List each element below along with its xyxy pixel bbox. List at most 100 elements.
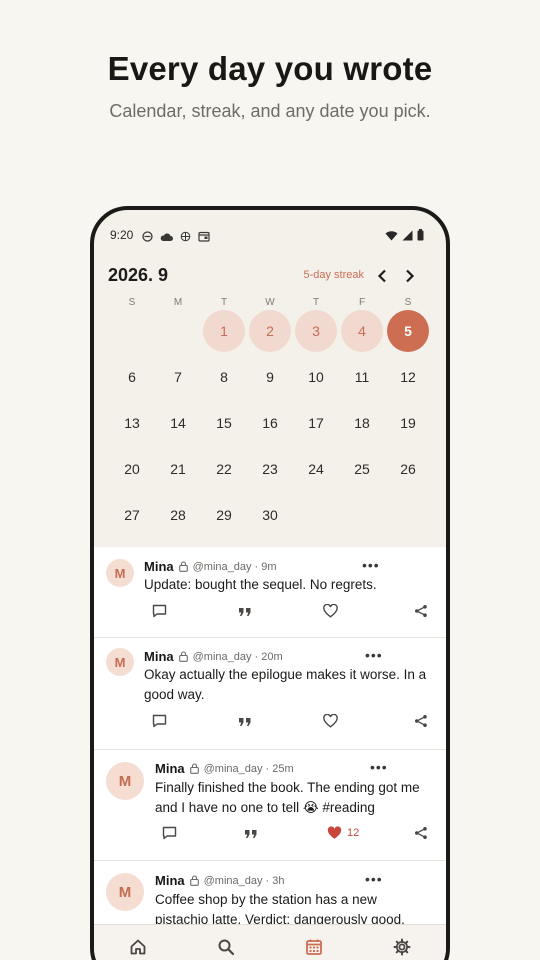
tab-calendar[interactable]: [302, 935, 326, 959]
quote-button[interactable]: [238, 717, 252, 727]
weekday-label: T: [220, 297, 228, 308]
avatar[interactable]: M: [106, 648, 134, 676]
settings-icon: [393, 938, 411, 956]
calendar-day[interactable]: 7: [157, 356, 199, 398]
calendar-day[interactable]: 11: [341, 356, 383, 398]
more-options-icon[interactable]: •••: [362, 557, 380, 573]
share-icon: [414, 826, 428, 840]
calendar-day[interactable]: 18: [341, 402, 383, 444]
post-item[interactable]: M Mina @mina_day · 25m ••• Finally finis…: [94, 750, 446, 861]
calendar-day[interactable]: 29: [203, 494, 245, 536]
lock-icon: [189, 763, 199, 774]
like-button[interactable]: [323, 714, 338, 728]
share-button[interactable]: [414, 714, 428, 728]
quote-icon: [238, 607, 252, 617]
post-text: Coffee shop by the station has a new pis…: [155, 892, 405, 927]
calendar-day[interactable]: 28: [157, 494, 199, 536]
handle-time: @mina_day · 9m: [192, 560, 277, 573]
avatar[interactable]: M: [106, 559, 134, 587]
calendar-day[interactable]: 22: [203, 448, 245, 490]
post-text: Finally finished the book. The ending go…: [155, 780, 420, 815]
tab-search[interactable]: [214, 935, 238, 959]
calendar-day[interactable]: 14: [157, 402, 199, 444]
reply-button[interactable]: [162, 826, 177, 840]
calendar-day[interactable]: 9: [249, 356, 291, 398]
like-button[interactable]: 12: [327, 826, 359, 840]
calendar-day[interactable]: 5: [387, 310, 429, 352]
calendar-day[interactable]: 24: [295, 448, 337, 490]
calendar-day[interactable]: 20: [111, 448, 153, 490]
calendar-icon: [306, 939, 322, 955]
status-time: 9:20: [110, 228, 134, 242]
tab-settings[interactable]: [390, 935, 414, 959]
calendar-day[interactable]: 26: [387, 448, 429, 490]
author-name[interactable]: Mina: [155, 761, 185, 776]
calendar-day[interactable]: 12: [387, 356, 429, 398]
like-button[interactable]: [323, 604, 338, 618]
calendar-day[interactable]: 4: [341, 310, 383, 352]
author-name[interactable]: Mina: [144, 649, 174, 664]
calendar-day[interactable]: 17: [295, 402, 337, 444]
calendar-day[interactable]: 27: [111, 494, 153, 536]
like-count: 12: [347, 827, 360, 839]
phone-frame: 9:20 2026. 9 5-day streak S M T W T F S …: [90, 206, 450, 960]
share-button[interactable]: [414, 604, 428, 618]
quote-button[interactable]: [238, 607, 252, 617]
calendar-day[interactable]: 8: [203, 356, 245, 398]
avatar[interactable]: M: [106, 873, 144, 911]
share-icon: [414, 714, 428, 728]
handle-time: @mina_day · 25m: [203, 762, 294, 775]
tab-home[interactable]: [126, 935, 150, 959]
share-icon: [414, 604, 428, 618]
author-name[interactable]: Mina: [155, 873, 185, 888]
post-item[interactable]: M Mina @mina_day · 3h ••• Coffee shop by…: [94, 861, 446, 928]
search-icon: [218, 939, 235, 956]
post-item[interactable]: M Mina @mina_day · 20m ••• Okay actually…: [94, 638, 446, 750]
reply-button[interactable]: [152, 604, 167, 618]
status-bar: 9:20: [94, 210, 446, 260]
hero-title: Every day you wrote: [107, 50, 433, 87]
chevron-right-icon: [406, 269, 415, 283]
calendar-day[interactable]: 15: [203, 402, 245, 444]
calendar-day[interactable]: 21: [157, 448, 199, 490]
share-button[interactable]: [414, 826, 428, 840]
author-name[interactable]: Mina: [144, 559, 174, 574]
more-options-icon[interactable]: •••: [365, 647, 383, 663]
lock-icon: [189, 875, 199, 886]
reply-button[interactable]: [152, 714, 167, 728]
calendar-day[interactable]: 6: [111, 356, 153, 398]
wifi-icon: [385, 228, 398, 246]
app-notification-icon: [142, 229, 153, 247]
more-options-icon[interactable]: •••: [370, 759, 388, 775]
next-month-button[interactable]: [400, 266, 420, 286]
calendar-day[interactable]: 30: [249, 494, 291, 536]
handle-time: @mina_day · 20m: [192, 650, 283, 663]
quote-button[interactable]: [244, 829, 258, 839]
calendar-day[interactable]: 3: [295, 310, 337, 352]
calendar-day[interactable]: 16: [249, 402, 291, 444]
globe-icon: [180, 229, 191, 247]
avatar[interactable]: M: [106, 762, 144, 800]
chevron-left-icon: [377, 269, 386, 283]
calendar-day[interactable]: 23: [249, 448, 291, 490]
weekday-label: W: [265, 297, 275, 308]
home-icon: [130, 939, 146, 955]
streak-label: 5-day streak: [303, 269, 364, 281]
weekday-label: M: [173, 297, 183, 308]
weekday-label: F: [358, 297, 366, 308]
weekday-label: T: [312, 297, 320, 308]
previous-month-button[interactable]: [372, 266, 392, 286]
calendar-header: 2026. 9 5-day streak: [108, 265, 432, 287]
quote-icon: [244, 829, 258, 839]
lock-icon: [178, 651, 188, 662]
calendar-day[interactable]: 13: [111, 402, 153, 444]
calendar-day[interactable]: 25: [341, 448, 383, 490]
post-item[interactable]: M Mina @mina_day · 9m ••• Update: bought…: [94, 547, 446, 638]
calendar-day[interactable]: 1: [203, 310, 245, 352]
more-options-icon[interactable]: •••: [365, 871, 383, 887]
post-text: Okay actually the epilogue makes it wors…: [144, 667, 427, 702]
cloud-icon: [160, 229, 173, 247]
calendar-day[interactable]: 2: [249, 310, 291, 352]
calendar-day[interactable]: 10: [295, 356, 337, 398]
calendar-day[interactable]: 19: [387, 402, 429, 444]
